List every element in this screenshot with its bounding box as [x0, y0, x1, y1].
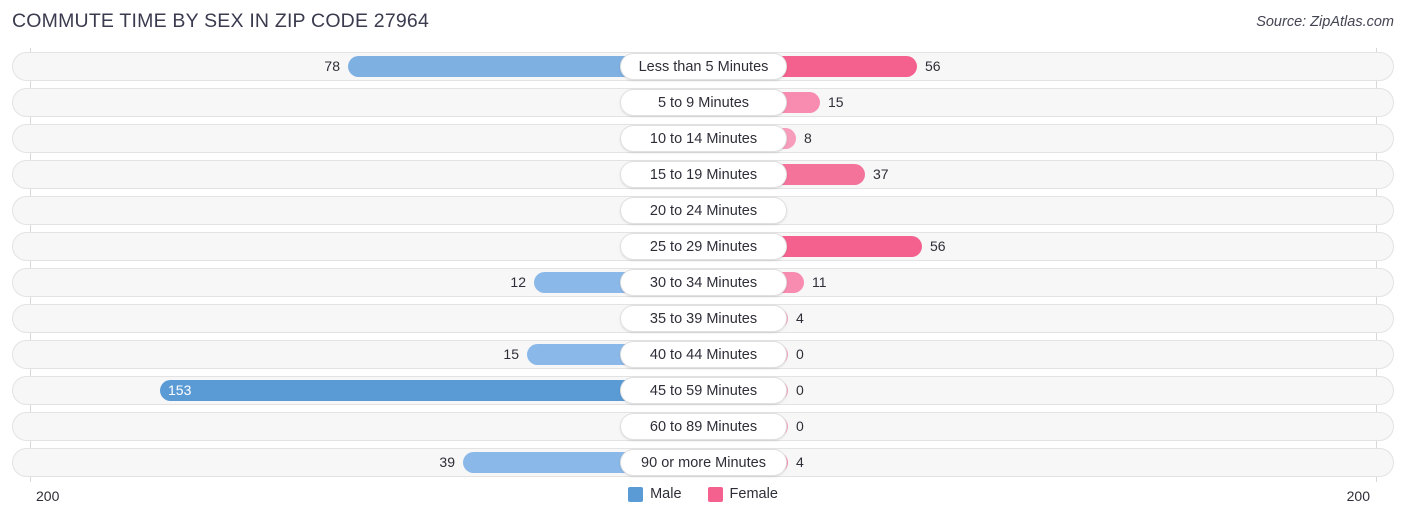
table-row: 0020 to 24 Minutes	[12, 196, 1394, 225]
value-label-female: 37	[873, 166, 889, 182]
legend-swatch-icon	[707, 486, 723, 502]
table-row: 78 56 Less than 5 Minutes	[12, 52, 1394, 81]
category-label-pill[interactable]: Less than 5 Minutes	[620, 53, 787, 80]
category-label-pill[interactable]: 5 to 9 Minutes	[620, 89, 787, 116]
category-label-pill[interactable]: 25 to 29 Minutes	[620, 233, 787, 260]
category-label-pill[interactable]: 35 to 39 Minutes	[620, 305, 787, 332]
category-label-pill[interactable]: 30 to 34 Minutes	[620, 269, 787, 296]
table-row: 153 0 45 to 59 Minutes	[12, 376, 1394, 405]
chart-plot-area: 78 56 Less than 5 Minutes 0 15 5 to 9 Minutes…	[0, 48, 1406, 482]
value-label-female: 0	[796, 418, 804, 434]
value-label-female: 0	[796, 346, 804, 362]
value-label-female: 4	[796, 310, 804, 326]
category-label-pill[interactable]: 60 to 89 Minutes	[620, 413, 787, 440]
value-label-male: 78	[324, 58, 340, 74]
legend-item-label: Female	[729, 486, 778, 502]
value-label-female: 4	[796, 454, 804, 470]
table-row: 05625 to 29 Minutes	[12, 232, 1394, 261]
source-attribution: Source: ZipAtlas.com	[1256, 14, 1394, 30]
legend-item[interactable]: Male	[628, 486, 682, 502]
legend-item-label: Male	[650, 486, 682, 502]
category-label-pill[interactable]: 10 to 14 Minutes	[620, 125, 787, 152]
category-label-pill[interactable]: 90 or more Minutes	[620, 449, 787, 476]
chart-footer: 200 200 Male Female	[0, 482, 1406, 522]
category-label-pill[interactable]: 15 to 19 Minutes	[620, 161, 787, 188]
table-row: 15 0 40 to 44 Minutes	[12, 340, 1394, 369]
value-label-female: 8	[804, 130, 812, 146]
value-label-female: 15	[828, 94, 844, 110]
value-label-female: 56	[925, 58, 941, 74]
legend-swatch-icon	[628, 486, 644, 502]
value-label-male: 12	[510, 274, 526, 290]
value-label-female: 11	[812, 274, 827, 290]
table-row: 39 4 90 or more Minutes	[12, 448, 1394, 477]
page-title: COMMUTE TIME BY SEX IN ZIP CODE 27964	[12, 10, 430, 32]
chart-legend: Male Female	[0, 486, 1406, 502]
value-label-female: 0	[796, 382, 804, 398]
category-label-pill[interactable]: 40 to 44 Minutes	[620, 341, 787, 368]
table-row: 12 11 30 to 34 Minutes	[12, 268, 1394, 297]
category-label-pill[interactable]: 45 to 59 Minutes	[620, 377, 787, 404]
chart-header: COMMUTE TIME BY SEX IN ZIP CODE 27964 So…	[0, 0, 1406, 46]
value-label-male: 39	[439, 454, 455, 470]
table-row: 0060 to 89 Minutes	[12, 412, 1394, 441]
table-row: 0810 to 14 Minutes	[12, 124, 1394, 153]
value-label-female: 56	[930, 238, 946, 254]
value-label-male: 15	[503, 346, 519, 362]
table-row: 0435 to 39 Minutes	[12, 304, 1394, 333]
legend-item[interactable]: Female	[707, 486, 778, 502]
category-label-pill[interactable]: 20 to 24 Minutes	[620, 197, 787, 224]
table-row: 03715 to 19 Minutes	[12, 160, 1394, 189]
value-label-male: 153	[168, 382, 192, 398]
table-row: 0155 to 9 Minutes	[12, 88, 1394, 117]
